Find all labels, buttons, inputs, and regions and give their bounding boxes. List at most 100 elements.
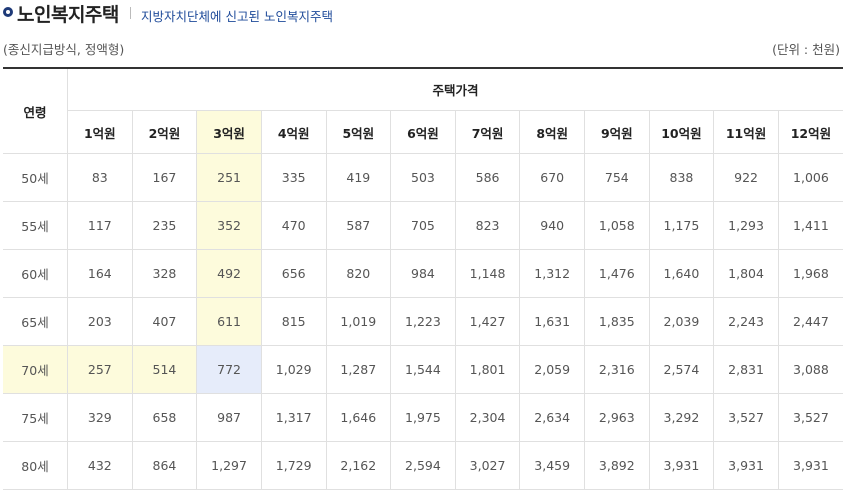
value-cell: 611 bbox=[196, 297, 262, 346]
section-subtitle: 지방자치단체에 신고된 노인복지주택 bbox=[141, 9, 333, 24]
value-cell: 1,029 bbox=[260, 345, 327, 394]
price-column-header: 5억원 bbox=[325, 110, 392, 154]
value-cell: 257 bbox=[67, 345, 133, 394]
value-cell: 1,801 bbox=[454, 345, 521, 394]
value-cell: 1,175 bbox=[648, 201, 715, 250]
value-cell: 251 bbox=[196, 153, 262, 202]
value-cell: 203 bbox=[67, 297, 133, 346]
payment-method-note: (종신지급방식, 정액형) bbox=[3, 42, 125, 57]
table-row: 75세 329 658 987 1,317 1,646 1,975 2,304 2,634 2,9… bbox=[3, 393, 843, 442]
age-cell: 60세 bbox=[3, 249, 68, 298]
value-cell: 514 bbox=[131, 345, 198, 394]
price-column-header: 7억원 bbox=[454, 110, 521, 154]
value-cell: 3,027 bbox=[454, 441, 521, 490]
value-cell: 1,317 bbox=[260, 393, 327, 442]
price-column-header: 12억원 bbox=[777, 110, 843, 154]
value-cell: 587 bbox=[325, 201, 392, 250]
value-cell: 940 bbox=[519, 201, 585, 250]
unit-note: (단위 : 천원) bbox=[772, 42, 840, 57]
value-cell: 1,293 bbox=[713, 201, 779, 250]
value-cell: 656 bbox=[260, 249, 327, 298]
price-column-header: 2억원 bbox=[131, 110, 198, 154]
table-row: 55세 117 235 352 470 587 705 823 940 1,058 1,175 1,2… bbox=[3, 201, 843, 250]
value-cell: 1,476 bbox=[584, 249, 650, 298]
value-cell: 705 bbox=[390, 201, 456, 250]
table-body: 50세 83 167 251 335 419 503 586 670 754 838 922 1,006… bbox=[3, 153, 843, 490]
value-cell: 2,162 bbox=[325, 441, 392, 490]
value-cell: 503 bbox=[390, 153, 456, 202]
price-column-header: 1억원 bbox=[67, 110, 133, 154]
price-column-header: 11억원 bbox=[713, 110, 779, 154]
value-cell: 117 bbox=[67, 201, 133, 250]
value-cell: 2,316 bbox=[584, 345, 650, 394]
value-cell: 984 bbox=[390, 249, 456, 298]
price-column-header: 3억원 bbox=[196, 110, 262, 154]
value-cell: 1,631 bbox=[519, 297, 585, 346]
price-column-header: 6억원 bbox=[390, 110, 456, 154]
bullet-icon bbox=[3, 7, 13, 17]
value-cell: 1,427 bbox=[454, 297, 521, 346]
value-cell: 1,297 bbox=[196, 441, 262, 490]
value-cell: 1,835 bbox=[584, 297, 650, 346]
table-row: 65세 203 407 611 815 1,019 1,223 1,427 1,631 1,835… bbox=[3, 297, 843, 346]
value-cell: 1,544 bbox=[390, 345, 456, 394]
age-cell: 65세 bbox=[3, 297, 68, 346]
value-cell: 3,527 bbox=[713, 393, 779, 442]
value-cell: 1,975 bbox=[390, 393, 456, 442]
house-price-group-header: 주택가격 bbox=[67, 67, 843, 111]
table-row: 60세 164 328 492 656 820 984 1,148 1,312 1,476 1,64… bbox=[3, 249, 843, 298]
value-cell: 2,594 bbox=[390, 441, 456, 490]
value-cell: 1,287 bbox=[325, 345, 392, 394]
value-cell: 2,059 bbox=[519, 345, 585, 394]
value-cell: 167 bbox=[131, 153, 198, 202]
section-header: 노인복지주택 지방자치단체에 신고된 노인복지주택 bbox=[0, 0, 844, 28]
value-cell: 815 bbox=[260, 297, 327, 346]
value-cell: 1,411 bbox=[777, 201, 843, 250]
value-cell: 419 bbox=[325, 153, 392, 202]
value-cell: 329 bbox=[67, 393, 133, 442]
value-cell: 772 bbox=[196, 345, 262, 394]
value-cell: 658 bbox=[131, 393, 198, 442]
value-cell: 987 bbox=[196, 393, 262, 442]
age-cell: 50세 bbox=[3, 153, 68, 202]
value-cell: 352 bbox=[196, 201, 262, 250]
section-title: 노인복지주택 bbox=[17, 4, 119, 26]
value-cell: 1,968 bbox=[777, 249, 843, 298]
header-row-group: 연령 주택가격 bbox=[3, 67, 843, 154]
value-cell: 3,088 bbox=[777, 345, 843, 394]
value-cell: 492 bbox=[196, 249, 262, 298]
age-cell: 55세 bbox=[3, 201, 68, 250]
age-cell: 80세 bbox=[3, 441, 68, 490]
value-cell: 3,527 bbox=[777, 393, 843, 442]
value-cell: 1,148 bbox=[454, 249, 521, 298]
title-divider bbox=[130, 7, 131, 19]
value-cell: 328 bbox=[131, 249, 198, 298]
value-cell: 3,931 bbox=[713, 441, 779, 490]
value-cell: 2,634 bbox=[519, 393, 585, 442]
price-column-header: 4억원 bbox=[260, 110, 327, 154]
pension-table: 연령 주택가격 1억원 2억원 3억원 4억원 5억원 6억원 7억원 8억원 9억원 10억원 1… bbox=[3, 67, 843, 490]
value-cell: 1,729 bbox=[260, 441, 327, 490]
age-cell: 70세 bbox=[3, 345, 68, 394]
value-cell: 1,058 bbox=[584, 201, 650, 250]
value-cell: 2,304 bbox=[454, 393, 521, 442]
value-cell: 670 bbox=[519, 153, 585, 202]
value-cell: 432 bbox=[67, 441, 133, 490]
value-cell: 2,039 bbox=[648, 297, 715, 346]
value-cell: 1,019 bbox=[325, 297, 392, 346]
value-cell: 2,574 bbox=[648, 345, 715, 394]
header-row-prices: 1억원 2억원 3억원 4억원 5억원 6억원 7억원 8억원 9억원 10억원 11억원 12억원 bbox=[3, 110, 843, 154]
table-row: 50세 83 167 251 335 419 503 586 670 754 838 922 1,006 bbox=[3, 153, 843, 202]
table-row: 70세 257 514 772 1,029 1,287 1,544 1,801 2,059 2,3… bbox=[3, 345, 843, 394]
value-cell: 407 bbox=[131, 297, 198, 346]
value-cell: 1,640 bbox=[648, 249, 715, 298]
value-cell: 2,831 bbox=[713, 345, 779, 394]
value-cell: 1,804 bbox=[713, 249, 779, 298]
value-cell: 1,312 bbox=[519, 249, 585, 298]
value-cell: 1,223 bbox=[390, 297, 456, 346]
value-cell: 2,243 bbox=[713, 297, 779, 346]
price-column-header: 10억원 bbox=[648, 110, 715, 154]
value-cell: 3,931 bbox=[648, 441, 715, 490]
value-cell: 2,447 bbox=[777, 297, 843, 346]
value-cell: 1,006 bbox=[777, 153, 843, 202]
